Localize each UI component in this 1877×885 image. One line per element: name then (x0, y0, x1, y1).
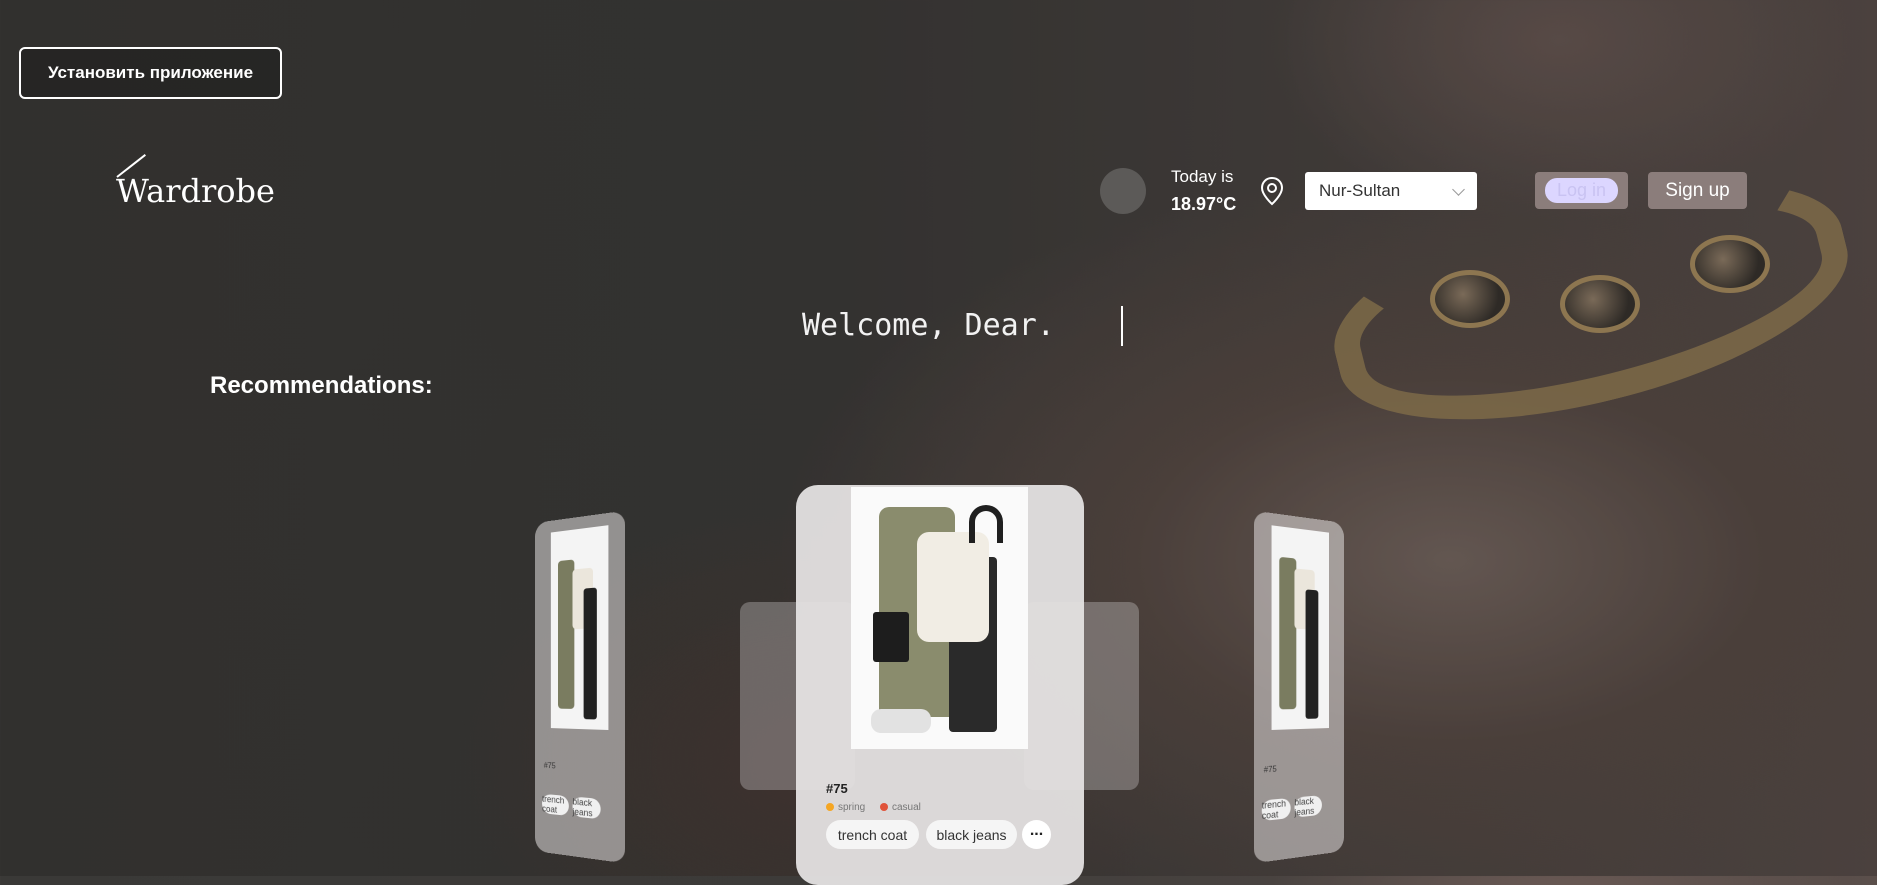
item-chip[interactable]: black jeans (572, 796, 601, 820)
recommendation-card-right[interactable]: #75 trench coat black jeans (1253, 510, 1344, 864)
item-chip-trench-coat[interactable]: trench coat (826, 820, 919, 849)
location-pin-icon (1259, 176, 1285, 211)
welcome-heading: Welcome, Dear. (802, 308, 1055, 343)
item-chip-black-jeans[interactable]: black jeans (926, 820, 1017, 849)
background-photo-gem (1560, 275, 1640, 333)
today-label: Today is (1171, 167, 1234, 186)
city-select[interactable]: Nur-Sultan (1305, 172, 1477, 210)
headphones-graphic (969, 505, 1003, 543)
chevron-down-icon (1452, 182, 1465, 196)
outfit-image (851, 487, 1028, 749)
more-items-button[interactable]: ... (1022, 820, 1051, 849)
target-icon (880, 803, 888, 812)
background-photo-gem (1690, 235, 1770, 293)
bag-graphic (873, 612, 909, 662)
logo[interactable]: Wardrobe (116, 172, 275, 210)
weather-icon (1100, 168, 1146, 214)
item-chip[interactable]: trench coat (542, 793, 569, 816)
recommendation-card-left[interactable]: #75 trench coat black jeans (535, 510, 626, 864)
recommendations-title: Recommendations: (210, 372, 433, 399)
typing-cursor (1121, 306, 1123, 346)
login-label: Log in (1544, 178, 1619, 203)
style-tag: casual (880, 802, 921, 813)
temperature-value: 18.97°C (1171, 194, 1237, 214)
outfit-image (1271, 525, 1330, 730)
background-photo-gem (1430, 270, 1510, 328)
install-app-button[interactable]: Установить приложение (19, 47, 282, 99)
item-chip[interactable]: trench coat (1261, 797, 1291, 822)
sweater-graphic (917, 532, 989, 642)
login-button[interactable]: Log in (1535, 172, 1628, 209)
city-select-value: Nur-Sultan (1319, 181, 1401, 200)
outfit-id: #75 (826, 781, 848, 796)
sneakers-graphic (871, 709, 931, 733)
outfit-image (550, 525, 609, 731)
season-tag: spring (826, 802, 865, 813)
recommendation-card-main[interactable]: #75 spring casual trench coat black jean… (796, 485, 1084, 885)
signup-button[interactable]: Sign up (1648, 172, 1747, 209)
item-chip[interactable]: black jeans (1294, 795, 1322, 818)
sun-icon (826, 803, 834, 812)
outfit-id: #75 (1263, 764, 1277, 775)
outfit-id: #75 (543, 760, 556, 771)
